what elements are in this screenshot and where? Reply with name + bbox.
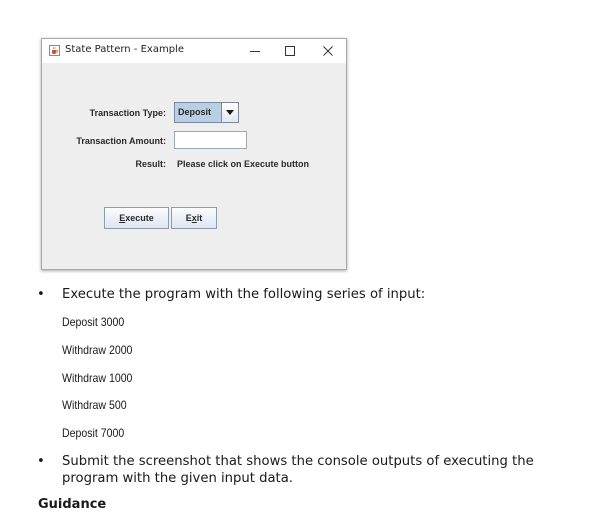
result-label: Result: <box>135 159 166 169</box>
close-icon <box>323 46 333 56</box>
result-value: Please click on Execute button <box>177 159 310 169</box>
window-title: State Pattern - Example <box>65 44 184 55</box>
input-line: Deposit 7000 <box>62 426 125 440</box>
close-button[interactable] <box>313 39 343 63</box>
chevron-down-icon <box>226 110 234 115</box>
bullet-text: Submit the screenshot that shows the con… <box>62 454 534 486</box>
dropdown-arrow-button[interactable] <box>222 103 238 122</box>
java-cup-icon <box>49 45 60 56</box>
exit-button[interactable]: Ex it <box>171 207 217 229</box>
maximize-button[interactable] <box>275 39 305 63</box>
transaction-type-select[interactable]: Deposit <box>174 102 239 123</box>
input-line: Withdraw 2000 <box>62 343 133 357</box>
app-window: State Pattern - Example Transaction Type… <box>41 38 347 270</box>
execute-label-rest: xecute <box>125 213 154 223</box>
maximize-icon <box>285 46 295 56</box>
input-line: Withdraw 1000 <box>62 371 133 385</box>
guidance-heading: Guidance <box>38 497 107 512</box>
transaction-amount-label: Transaction Amount: <box>76 136 166 146</box>
bullet-symbol: • <box>37 454 45 469</box>
transaction-amount-input[interactable] <box>174 131 247 149</box>
input-line: Withdraw 500 <box>62 398 127 412</box>
minimize-button[interactable] <box>240 39 270 63</box>
input-line: Deposit 3000 <box>62 315 125 329</box>
minimize-icon <box>250 51 260 52</box>
bullet-text: Execute the program with the following s… <box>62 287 426 302</box>
title-bar[interactable]: State Pattern - Example <box>42 39 346 63</box>
bullet-symbol: • <box>37 287 45 302</box>
transaction-type-value: Deposit <box>175 103 222 122</box>
exit-label-rest: it <box>196 213 203 223</box>
execute-button[interactable]: Execute <box>104 207 169 229</box>
transaction-type-label: Transaction Type: <box>89 108 166 118</box>
